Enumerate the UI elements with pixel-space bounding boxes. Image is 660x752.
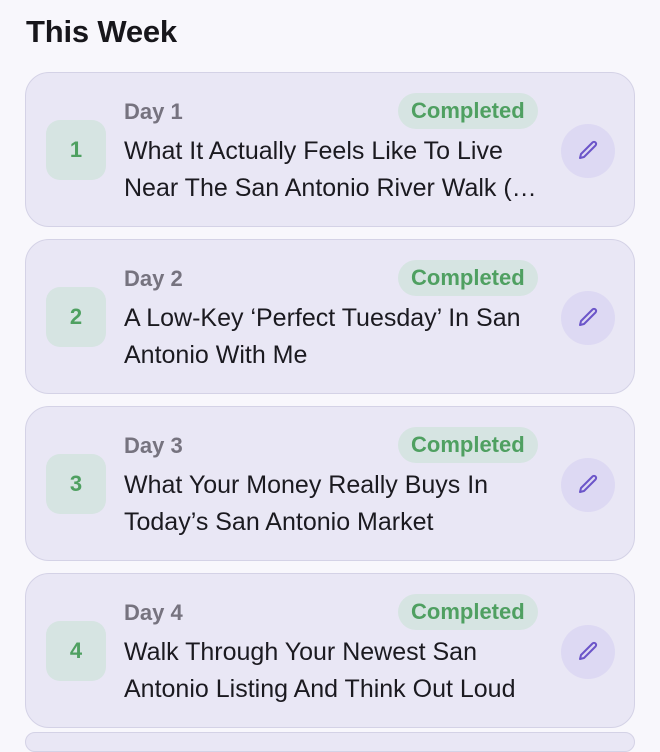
section-title: This Week xyxy=(26,14,177,49)
day-title: A Low-Key ‘Perfect Tuesday’ In San Anton… xyxy=(124,304,521,369)
day-label: Day 2 xyxy=(124,266,183,291)
day-card[interactable]: 4 Day 4 Completed Walk Through Your Newe… xyxy=(25,573,635,728)
edit-button[interactable] xyxy=(561,291,615,345)
day-card[interactable]: 3 Day 3 Completed What Your Money Really… xyxy=(25,406,635,561)
day-card[interactable]: 1 Day 1 Completed What It Actually Feels… xyxy=(25,72,635,227)
day-number-badge: 2 xyxy=(46,287,106,347)
next-day-card-peek[interactable] xyxy=(25,732,635,752)
pencil-icon xyxy=(579,307,598,326)
pencil-icon xyxy=(579,474,598,493)
status-badge: Completed xyxy=(398,594,538,630)
edit-button[interactable] xyxy=(561,625,615,679)
day-title: What Your Money Really Buys In Today’s S… xyxy=(124,471,489,536)
edit-button[interactable] xyxy=(561,458,615,512)
status-badge: Completed xyxy=(398,260,538,296)
day-card[interactable]: 2 Day 2 Completed A Low-Key ‘Perfect Tue… xyxy=(25,239,635,394)
edit-button[interactable] xyxy=(561,124,615,178)
status-badge: Completed xyxy=(398,427,538,463)
pencil-icon xyxy=(579,641,598,660)
day-label: Day 1 xyxy=(124,99,183,124)
day-title: Walk Through Your Newest San Antonio Lis… xyxy=(124,638,516,703)
day-number-badge: 3 xyxy=(46,454,106,514)
day-title: What It Actually Feels Like To Live Near… xyxy=(124,137,527,202)
day-list: 1 Day 1 Completed What It Actually Feels… xyxy=(25,72,635,740)
status-badge: Completed xyxy=(398,93,538,129)
day-label: Day 4 xyxy=(124,600,183,625)
day-label: Day 3 xyxy=(124,433,183,458)
day-number-badge: 4 xyxy=(46,621,106,681)
pencil-icon xyxy=(579,140,598,159)
day-number-badge: 1 xyxy=(46,120,106,180)
